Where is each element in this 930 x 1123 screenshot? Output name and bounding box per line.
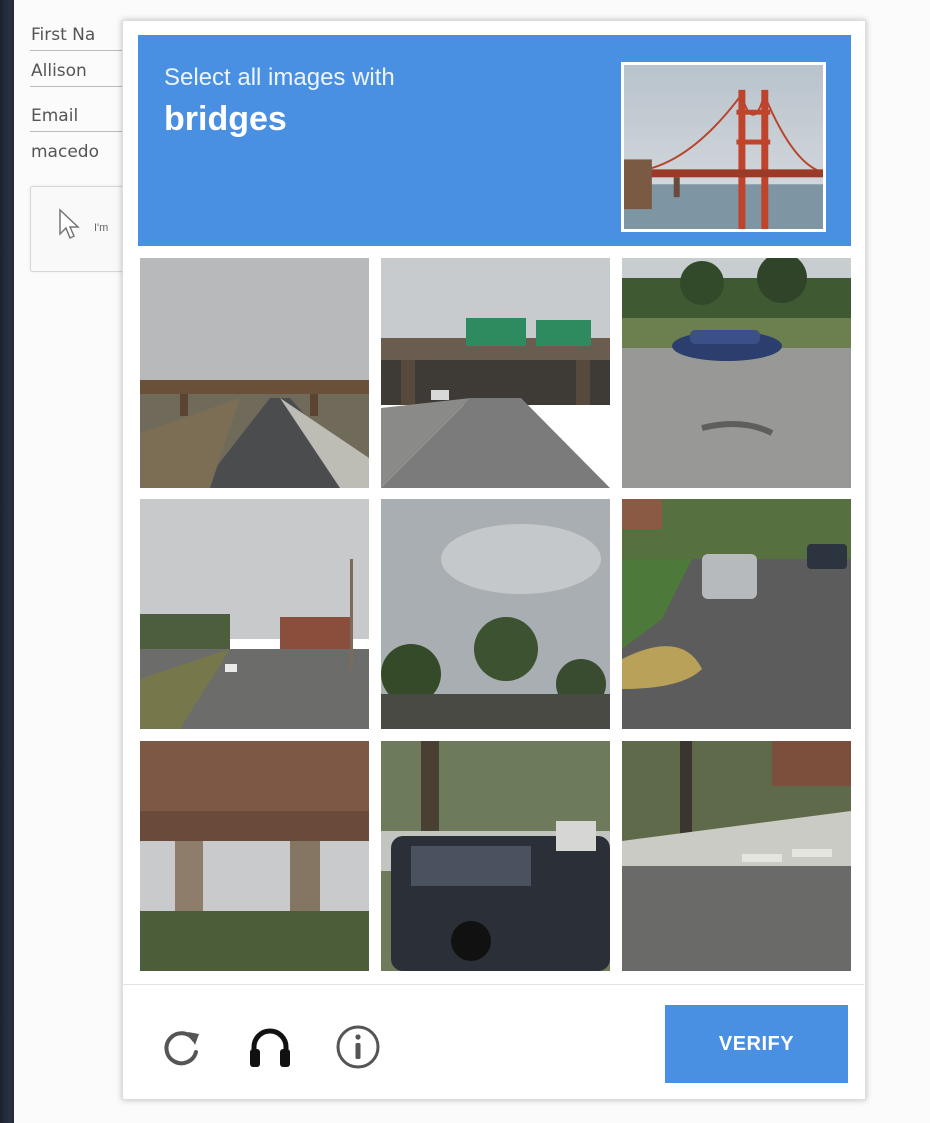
image-tile-6[interactable] bbox=[622, 499, 851, 729]
target-object-text: bridges bbox=[164, 100, 287, 138]
instruction-text: Select all images with bbox=[164, 64, 395, 91]
verify-button[interactable]: VERIFY bbox=[665, 1005, 848, 1083]
headphones-icon[interactable] bbox=[246, 1023, 294, 1071]
image-tile-8[interactable] bbox=[381, 741, 610, 971]
sample-bridge-image bbox=[621, 62, 826, 232]
first-name-field-underline bbox=[30, 86, 122, 87]
image-tile-2[interactable] bbox=[381, 258, 610, 488]
email-underline bbox=[30, 131, 122, 132]
info-icon[interactable] bbox=[334, 1023, 382, 1071]
first-name-field[interactable]: Allison bbox=[31, 61, 87, 81]
image-tile-7[interactable] bbox=[140, 741, 369, 971]
image-tile-1[interactable] bbox=[140, 258, 369, 488]
image-tile-9[interactable] bbox=[622, 741, 851, 971]
image-tile-4[interactable] bbox=[140, 499, 369, 729]
email-label: Email bbox=[31, 106, 79, 126]
first-name-underline bbox=[30, 50, 122, 51]
checkbox-label: I'm bbox=[94, 222, 109, 234]
reload-icon[interactable] bbox=[157, 1023, 205, 1071]
image-tile-3[interactable] bbox=[622, 258, 851, 488]
mouse-cursor-icon bbox=[59, 208, 80, 240]
image-tile-5[interactable] bbox=[381, 499, 610, 729]
footer-divider bbox=[122, 984, 864, 985]
first-name-label: First Na bbox=[31, 25, 96, 45]
email-field[interactable]: macedo bbox=[31, 142, 99, 162]
